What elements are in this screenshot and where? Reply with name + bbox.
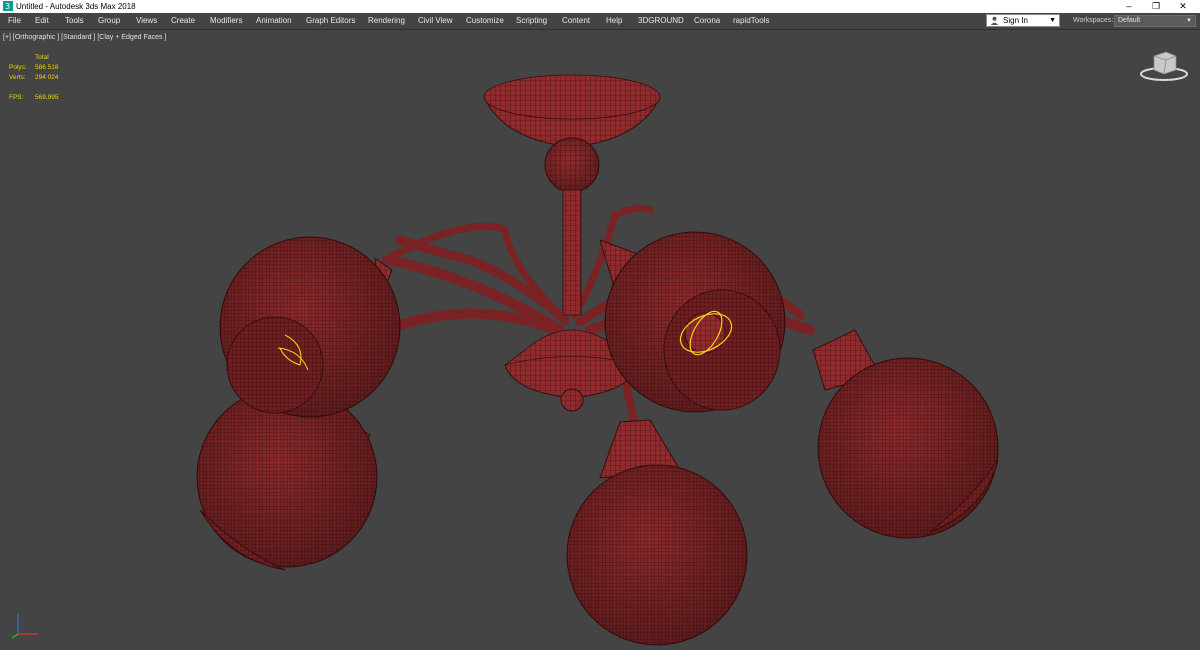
globe-right	[812, 329, 999, 539]
title-bar: 3 Untitled - Autodesk 3ds Max 2018 – ❐ ✕	[0, 0, 1200, 13]
workspaces-select[interactable]: Default ▼	[1114, 15, 1196, 27]
menu-create[interactable]: Create	[171, 13, 195, 29]
minimize-button[interactable]: –	[1116, 0, 1142, 13]
menu-edit[interactable]: Edit	[35, 13, 49, 29]
polys-label: Polys:	[9, 64, 27, 71]
menu-3dground[interactable]: 3DGROUND	[638, 13, 684, 29]
workspaces-label: Workspaces:	[1073, 17, 1114, 24]
menu-help[interactable]: Help	[606, 13, 622, 29]
globe-bottom	[566, 419, 748, 646]
sign-in-dropdown[interactable]: Sign In ▼	[986, 14, 1060, 27]
window-title: Untitled - Autodesk 3ds Max 2018	[16, 2, 136, 11]
restore-button[interactable]: ❐	[1143, 0, 1169, 13]
menu-rendering[interactable]: Rendering	[368, 13, 405, 29]
menu-file[interactable]: File	[8, 13, 21, 29]
menu-bar: File Edit Tools Group Views Create Modif…	[0, 13, 1200, 30]
menu-views[interactable]: Views	[136, 13, 157, 29]
stats-total-label: Total	[35, 54, 49, 61]
verts-value: 294 024	[35, 74, 59, 81]
perspective-viewport[interactable]: [+] [Orthographic ] [Standard ] [Clay + …	[0, 30, 1200, 650]
viewcube-icon[interactable]	[1138, 48, 1190, 84]
axis-tripod-icon	[11, 614, 38, 639]
fps-value: 569,995	[35, 94, 59, 101]
chevron-down-icon: ▼	[1186, 18, 1192, 24]
svg-text:3: 3	[5, 2, 10, 11]
close-button[interactable]: ✕	[1170, 0, 1196, 13]
sign-in-label: Sign In	[1003, 16, 1028, 25]
verts-label: Verts:	[9, 74, 26, 81]
menu-content[interactable]: Content	[562, 13, 590, 29]
viewport-label[interactable]: [+] [Orthographic ] [Standard ] [Clay + …	[3, 33, 166, 43]
chandelier-model[interactable]	[0, 30, 1200, 650]
menu-animation[interactable]: Animation	[256, 13, 292, 29]
chevron-down-icon: ▼	[1049, 17, 1056, 24]
menu-civil-view[interactable]: Civil View	[418, 13, 453, 29]
menu-group[interactable]: Group	[98, 13, 120, 29]
menu-corona[interactable]: Corona	[694, 13, 720, 29]
3ds-max-app-icon: 3	[3, 1, 13, 11]
menu-customize[interactable]: Customize	[466, 13, 504, 29]
menu-graph-editors[interactable]: Graph Editors	[306, 13, 355, 29]
fps-label: FPS:	[9, 94, 24, 101]
center-stem	[562, 189, 582, 316]
menu-rapidtools[interactable]: rapidTools	[733, 13, 769, 29]
menu-scripting[interactable]: Scripting	[516, 13, 547, 29]
workspaces-value: Default	[1118, 17, 1141, 24]
polys-value: 586 518	[35, 64, 59, 71]
globe-left-upper	[219, 236, 401, 418]
menu-modifiers[interactable]: Modifiers	[210, 13, 242, 29]
user-icon	[990, 16, 999, 25]
menu-tools[interactable]: Tools	[65, 13, 84, 29]
